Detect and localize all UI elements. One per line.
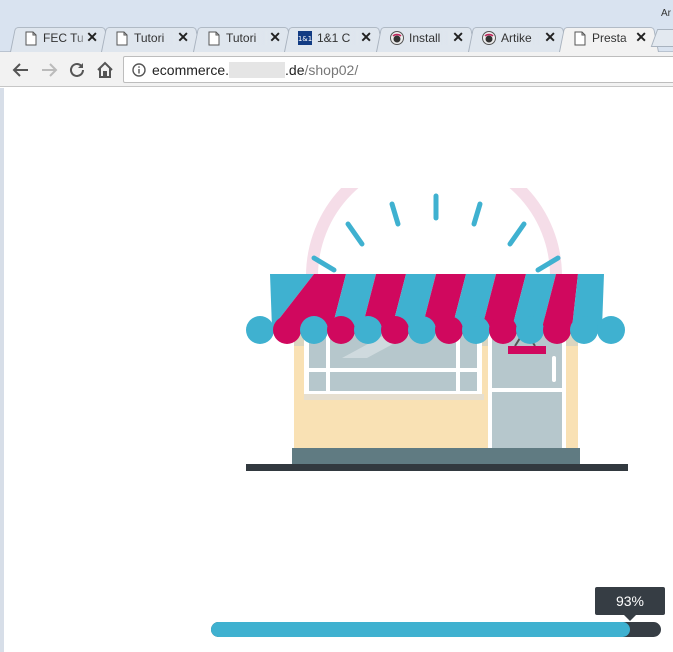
url-path: /shop02/ xyxy=(304,62,359,78)
back-arrow-icon[interactable] xyxy=(11,60,31,80)
forward-arrow-icon[interactable] xyxy=(39,60,59,80)
page-icon xyxy=(573,30,587,46)
tab-title: Presta xyxy=(592,31,638,45)
close-icon[interactable]: ✕ xyxy=(360,29,372,45)
shop-illustration xyxy=(246,188,628,471)
tab-title: 1&1 C xyxy=(317,31,363,45)
tab-title: Artike xyxy=(501,31,547,45)
tab-3[interactable]: Tutori ✕ xyxy=(193,24,293,52)
tab-title: Tutori xyxy=(226,31,272,45)
page-content: 93% xyxy=(0,88,673,652)
svg-text:1&1: 1&1 xyxy=(298,35,312,43)
tab-2[interactable]: Tutori ✕ xyxy=(101,24,201,52)
progress-percent-label: 93% xyxy=(595,587,665,621)
close-icon[interactable]: ✕ xyxy=(544,29,556,45)
window-corner-text: Ar xyxy=(661,8,671,19)
url-text: ecommerce. .de/shop02/ xyxy=(152,62,358,78)
progress-bar-fill xyxy=(211,622,630,637)
url-prefix: ecommerce. xyxy=(152,62,230,78)
prestashop-icon xyxy=(482,30,496,46)
close-icon[interactable]: ✕ xyxy=(452,29,464,45)
page-icon xyxy=(115,30,129,46)
page-icon xyxy=(207,30,221,46)
home-icon[interactable] xyxy=(95,60,115,80)
close-icon[interactable]: ✕ xyxy=(635,29,647,45)
prestashop-icon xyxy=(390,30,404,46)
address-bar[interactable]: ecommerce. .de/shop02/ xyxy=(123,56,673,83)
tab-1[interactable]: FEC Tu ✕ xyxy=(10,24,110,52)
tab-title: Install xyxy=(409,31,455,45)
close-icon[interactable]: ✕ xyxy=(86,29,98,45)
browser-window: Ar FEC Tu ✕ Tutori ✕ Tutori ✕ 1&1 1&1 C … xyxy=(0,0,673,652)
tab-7-active[interactable]: Presta ✕ xyxy=(559,24,659,52)
info-icon[interactable] xyxy=(132,63,146,77)
progress-bar xyxy=(211,622,661,637)
tab-strip: Ar FEC Tu ✕ Tutori ✕ Tutori ✕ 1&1 1&1 C … xyxy=(0,0,673,52)
close-icon[interactable]: ✕ xyxy=(177,29,189,45)
tab-title: FEC Tu xyxy=(43,31,89,45)
page-icon xyxy=(24,30,38,46)
reload-icon[interactable] xyxy=(67,60,87,80)
1and1-icon: 1&1 xyxy=(298,30,312,46)
tab-6[interactable]: Artike ✕ xyxy=(468,24,568,52)
tab-5[interactable]: Install ✕ xyxy=(376,24,476,52)
close-icon[interactable]: ✕ xyxy=(269,29,281,45)
tab-4[interactable]: 1&1 1&1 C ✕ xyxy=(284,24,384,52)
url-domain-suffix: .de xyxy=(285,62,305,78)
browser-toolbar: ecommerce. .de/shop02/ xyxy=(0,52,673,87)
redacted-domain xyxy=(229,62,286,78)
tab-title: Tutori xyxy=(134,31,180,45)
